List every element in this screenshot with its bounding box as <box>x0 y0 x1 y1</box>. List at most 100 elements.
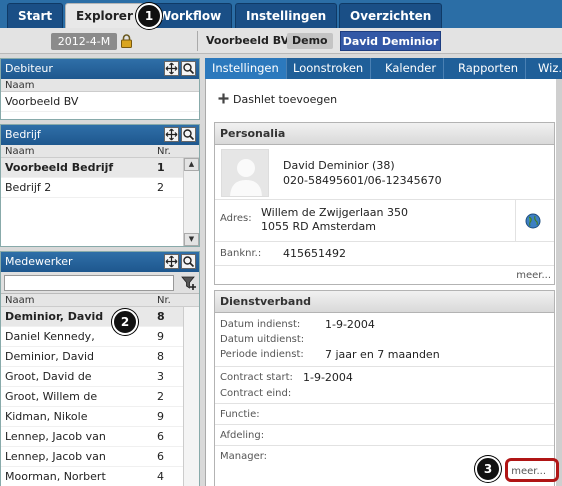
bedrijf-header: Bedrijf <box>1 125 199 145</box>
table-row[interactable]: Bedrijf 2 2 <box>1 178 199 198</box>
manager-label: Manager: <box>220 451 268 462</box>
table-row[interactable]: Moorman, Norbert 4 <box>1 467 199 486</box>
row-name: Lennep, Jacob van <box>5 450 106 463</box>
demo-badge: Demo <box>287 33 333 49</box>
bedrijf-scrollbar[interactable]: ▲ ▼ <box>183 158 199 246</box>
scroll-down-icon[interactable]: ▼ <box>184 233 199 246</box>
medewerker-panel: Medewerker Naam Nr. Deminior, David 8 Dani… <box>0 251 200 486</box>
row-name: Bedrijf 2 <box>5 181 52 194</box>
bank-label: Banknr.: <box>220 248 262 259</box>
period-selector[interactable]: 2012-4-M <box>51 33 117 50</box>
table-row[interactable]: Lennep, Jacob van 6 <box>1 427 199 447</box>
expand-icon[interactable] <box>164 127 179 142</box>
tab-instellingen[interactable]: Instellingen <box>205 58 287 79</box>
dienstverband-title: Dienstverband <box>215 291 554 313</box>
table-row[interactable]: Deminior, David 8 <box>1 347 199 367</box>
column-naam: Naam <box>5 80 35 91</box>
contract-section: Contract start: 1-9-2004 Contract eind: <box>215 367 554 404</box>
manager-section: Manager: <box>215 446 554 467</box>
search-icon[interactable] <box>181 61 196 76</box>
status-bar: 2012-4-M Voorbeeld BV Demo David Deminio… <box>0 28 562 54</box>
tab-kalender[interactable]: Kalender <box>378 58 445 79</box>
table-row[interactable]: Voorbeeld Bedrijf 1 <box>1 158 199 178</box>
tab-instellingen[interactable]: Instellingen <box>235 3 338 28</box>
row-nr: 1 <box>157 161 165 174</box>
medewerker-column-header: Naam Nr. <box>1 294 199 307</box>
row-nr: 2 <box>157 390 164 403</box>
row-nr: 2 <box>157 181 164 194</box>
search-icon[interactable] <box>181 254 196 269</box>
row-name: Deminior, David <box>5 350 95 363</box>
add-dashlet-button[interactable]: Dashlet toevoegen <box>218 93 337 107</box>
debiteur-title: Debiteur <box>5 62 53 75</box>
personalia-title: Personalia <box>215 123 554 145</box>
user-button[interactable]: David Deminior <box>340 31 441 51</box>
table-row[interactable]: Groot, David de 3 <box>1 367 199 387</box>
row-name: Voorbeeld Bedrijf <box>5 161 114 174</box>
table-row[interactable]: Deminior, David 8 <box>1 307 199 327</box>
divider <box>197 31 198 51</box>
list-item[interactable]: Voorbeeld BV <box>1 92 199 112</box>
scroll-up-icon[interactable]: ▲ <box>184 158 199 171</box>
table-row[interactable]: Kidman, Nikole 9 <box>1 407 199 427</box>
datum-indienst-value: 1-9-2004 <box>325 318 375 331</box>
row-name: Daniel Kennedy, <box>5 330 95 343</box>
table-row[interactable]: Groot, Willem de 2 <box>1 387 199 407</box>
dienstverband-card: Dienstverband Datum indienst: 1-9-2004 D… <box>214 290 555 486</box>
tab-loonstroken[interactable]: Loonstroken <box>286 58 372 79</box>
company-name: Voorbeeld BV <box>206 34 290 47</box>
functie-section: Functie: <box>215 404 554 425</box>
lock-icon[interactable] <box>121 34 132 48</box>
employee-name: David Deminior (38) <box>283 159 395 172</box>
datum-uitdienst-label: Datum uitdienst: <box>220 334 305 345</box>
second-column-edge <box>556 79 562 486</box>
filter-add-icon[interactable] <box>181 275 197 291</box>
column-nr: Nr. <box>157 295 171 306</box>
divider <box>515 200 516 242</box>
debiteur-panel: Debiteur Naam Voorbeeld BV <box>0 58 200 120</box>
highlight-box <box>505 458 559 482</box>
row-nr: 9 <box>157 330 164 343</box>
bedrijf-panel: Bedrijf Naam Nr. Voorbeeld Bedrijf 1 Bedri… <box>0 124 200 247</box>
row-nr: 8 <box>157 310 165 323</box>
column-naam: Naam <box>5 146 35 157</box>
callout-2: 2 <box>112 309 138 335</box>
row-name: Lennep, Jacob van <box>5 430 106 443</box>
medewerker-title: Medewerker <box>5 255 73 268</box>
bank-value: 415651492 <box>283 247 346 260</box>
row-nr: 6 <box>157 430 164 443</box>
tab-rapporten[interactable]: Rapporten <box>451 58 527 79</box>
contract-start-label: Contract start: <box>220 372 293 383</box>
debiteur-header: Debiteur <box>1 59 199 79</box>
row-nr: 3 <box>157 370 164 383</box>
afdeling-section: Afdeling: <box>215 425 554 446</box>
tab-explorer[interactable]: Explorer <box>65 3 144 29</box>
functie-label: Functie: <box>220 409 260 420</box>
bedrijf-column-header: Naam Nr. <box>1 145 199 158</box>
tab-wizard[interactable]: Wiz... <box>531 58 562 79</box>
personalia-more-link[interactable]: meer... <box>516 270 551 281</box>
row-name: Deminior, David <box>5 310 104 323</box>
table-row[interactable]: Lennep, Jacob van 6 <box>1 447 199 467</box>
globe-icon[interactable] <box>525 213 541 229</box>
contract-start-value: 1-9-2004 <box>303 371 353 384</box>
column-naam: Naam <box>5 295 35 306</box>
search-input[interactable] <box>4 275 174 291</box>
expand-icon[interactable] <box>164 61 179 76</box>
tab-start[interactable]: Start <box>7 3 64 28</box>
tab-overzichten[interactable]: Overzichten <box>339 3 443 28</box>
search-icon[interactable] <box>181 127 196 142</box>
medewerker-scrollbar[interactable] <box>183 307 199 486</box>
row-name: Groot, David de <box>5 370 92 383</box>
personalia-summary: David Deminior (38) 020-58495601/06-1234… <box>215 145 554 200</box>
bank-section: Banknr.: 415651492 <box>215 242 554 266</box>
row-nr: 8 <box>157 350 164 363</box>
expand-icon[interactable] <box>164 254 179 269</box>
adres-line1: Willem de Zwijgerlaan 350 <box>261 206 408 219</box>
row-name: Groot, Willem de <box>5 390 98 403</box>
row-nr: 6 <box>157 450 164 463</box>
column-nr: Nr. <box>157 146 171 157</box>
table-row[interactable]: Daniel Kennedy, 9 <box>1 327 199 347</box>
callout-1: 1 <box>136 3 162 29</box>
filter-bar <box>1 272 199 294</box>
